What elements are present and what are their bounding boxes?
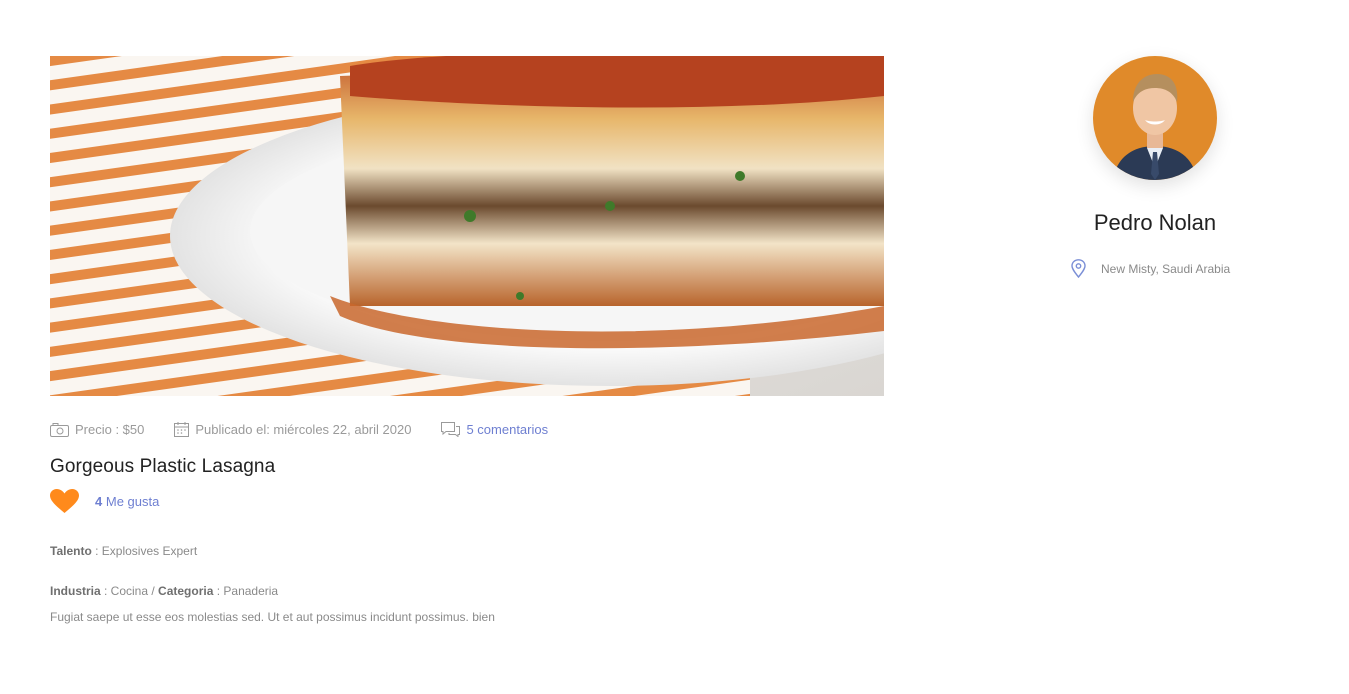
- price-label: Precio : $50: [75, 422, 145, 437]
- profile-name[interactable]: Pedro Nolan: [1000, 210, 1310, 236]
- likes-link[interactable]: 4 Me gusta: [95, 494, 159, 509]
- comments-icon: [441, 422, 461, 437]
- profile-location: New Misty, Saudi Arabia: [1070, 259, 1230, 278]
- category-value: : Panaderia: [213, 584, 279, 598]
- map-pin-icon: [1071, 259, 1086, 278]
- post-meta: Precio : $50 Publicado el: miércoles 22,…: [50, 422, 578, 437]
- talent-key: Talento: [50, 544, 92, 558]
- industry-value: : Cocina /: [100, 584, 159, 598]
- calendar-icon: [174, 422, 190, 437]
- user-avatar-icon: [1093, 56, 1217, 180]
- category-key: Categoria: [158, 584, 214, 598]
- price-meta: Precio : $50: [50, 422, 144, 437]
- post-title: Gorgeous Plastic Lasagna: [50, 456, 276, 477]
- published-meta: Publicado el: miércoles 22, abril 2020: [174, 422, 411, 437]
- comments-meta[interactable]: 5 comentarios: [441, 422, 548, 437]
- industry-line: Industria : Cocina / Categoria : Panader…: [50, 584, 278, 598]
- avatar[interactable]: [1093, 56, 1217, 180]
- heart-icon[interactable]: [50, 489, 79, 514]
- talent-line: Talento : Explosives Expert: [50, 544, 197, 558]
- likes-label: Me gusta: [105, 494, 160, 509]
- post-description: Fugiat saepe ut esse eos molestias sed. …: [50, 610, 495, 624]
- talent-value: : Explosives Expert: [91, 544, 198, 558]
- industry-key: Industria: [50, 584, 101, 598]
- location-label: New Misty, Saudi Arabia: [1101, 261, 1231, 276]
- comments-link[interactable]: 5 comentarios: [466, 422, 548, 437]
- post-image: [50, 56, 884, 396]
- published-label: Publicado el: miércoles 22, abril 2020: [195, 422, 412, 437]
- likes-row: 4 Me gusta: [50, 489, 159, 514]
- likes-count: 4: [95, 494, 103, 509]
- camera-icon: [50, 422, 69, 437]
